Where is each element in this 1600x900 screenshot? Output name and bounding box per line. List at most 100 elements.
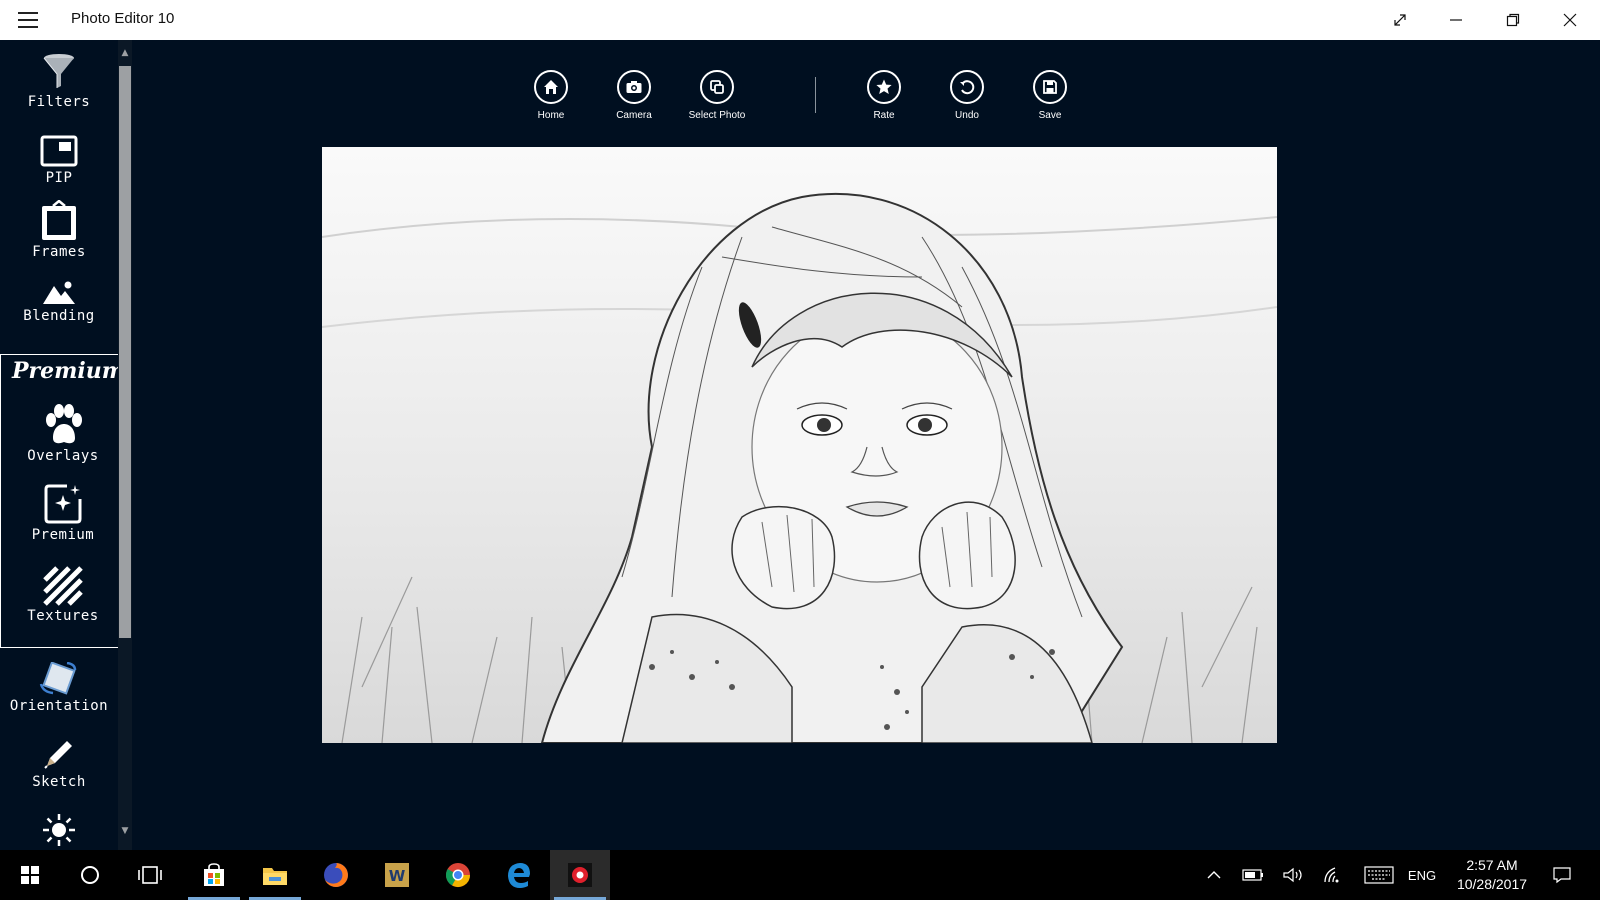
scroll-down-icon[interactable]: ▼	[120, 826, 130, 836]
camera-icon	[626, 81, 642, 93]
svg-text:W: W	[389, 867, 406, 885]
photo-editor-app-icon	[568, 863, 592, 887]
taskbar-firefox[interactable]	[306, 850, 366, 900]
undo-icon	[960, 80, 975, 95]
taskbar-photo-editor[interactable]	[550, 850, 610, 900]
sidebar-item-blending[interactable]: Blending	[0, 280, 118, 324]
rate-button[interactable]: Rate	[839, 70, 929, 121]
word-icon: W	[385, 863, 409, 887]
home-button[interactable]: Home	[506, 70, 596, 121]
notification-icon	[1553, 867, 1571, 884]
select-photo-icon	[710, 80, 724, 94]
wifi-icon	[1324, 867, 1339, 883]
scroll-thumb[interactable]	[119, 66, 131, 638]
sidebar-item-premium[interactable]: Premium	[0, 483, 126, 543]
sidebar-item-brightness[interactable]	[0, 812, 118, 848]
photo-canvas[interactable]	[322, 147, 1277, 743]
windows-taskbar: W ENG 2:57 AM 10/28/2017	[0, 850, 1600, 900]
start-button[interactable]	[0, 850, 60, 900]
windows-logo-icon	[21, 866, 39, 884]
cortana-search-button[interactable]	[60, 850, 120, 900]
sidebar-item-label: Sketch	[32, 774, 86, 790]
undo-label: Undo	[955, 110, 979, 121]
rate-label: Rate	[873, 110, 895, 121]
sidebar-item-label: Textures	[27, 608, 99, 624]
sketch-photo-icon	[322, 147, 1277, 743]
home-icon	[544, 80, 558, 94]
battery-button[interactable]	[1238, 850, 1268, 900]
camera-button[interactable]: Camera	[589, 70, 679, 121]
full-screen-button[interactable]	[1372, 0, 1428, 40]
paw-icon	[46, 404, 82, 444]
edge-icon	[508, 863, 530, 888]
sidebar-item-label: Overlays	[27, 448, 99, 464]
taskbar-chrome[interactable]	[428, 850, 488, 900]
tool-sidebar: Filters PIP Frames Blending Premium Over…	[0, 40, 125, 850]
save-button[interactable]: Save	[1005, 70, 1095, 121]
funnel-icon	[43, 54, 74, 88]
restore-icon	[1506, 13, 1520, 27]
chevron-up-icon	[1207, 871, 1221, 879]
taskbar-clock[interactable]: 2:57 AM 10/28/2017	[1444, 856, 1540, 894]
sidebar-item-textures[interactable]: Textures	[0, 566, 126, 624]
scroll-up-icon[interactable]: ▲	[120, 48, 130, 58]
sidebar-item-label: Premium	[31, 527, 95, 543]
sidebar-item-frames[interactable]: Frames	[0, 200, 118, 260]
network-button[interactable]	[1318, 850, 1348, 900]
taskbar-word[interactable]: W	[367, 850, 427, 900]
brightness-icon	[43, 814, 75, 846]
taskbar-store[interactable]	[184, 850, 244, 900]
pencil-icon	[44, 741, 72, 769]
close-button[interactable]	[1542, 0, 1598, 40]
title-bar: Photo Editor 10	[0, 0, 1600, 40]
folder-icon	[263, 868, 287, 885]
search-circle-icon	[81, 866, 99, 884]
close-icon	[1563, 13, 1577, 27]
action-center-button[interactable]	[1545, 850, 1579, 900]
clock-time: 2:57 AM	[1466, 857, 1518, 873]
sidebar-item-orientation[interactable]: Orientation	[0, 662, 118, 714]
taskbar-edge[interactable]	[489, 850, 549, 900]
volume-button[interactable]	[1278, 850, 1308, 900]
sidebar-item-overlays[interactable]: Overlays	[0, 404, 126, 464]
sparkle-image-icon	[44, 484, 82, 524]
chrome-icon	[445, 863, 470, 888]
sidebar-scrollbar[interactable]: ▲ ▼	[118, 40, 132, 850]
home-label: Home	[537, 110, 565, 121]
task-view-icon	[138, 866, 162, 884]
save-icon	[1043, 80, 1057, 94]
picture-in-picture-icon	[40, 135, 78, 167]
restore-button[interactable]	[1485, 0, 1541, 40]
hamburger-menu-icon[interactable]	[18, 12, 38, 28]
rotate-image-icon	[39, 662, 77, 695]
touch-keyboard-button[interactable]	[1362, 850, 1396, 900]
sidebar-item-label: Orientation	[9, 698, 109, 714]
battery-icon	[1242, 869, 1263, 881]
firefox-icon	[324, 863, 348, 887]
show-hidden-icons-button[interactable]	[1200, 850, 1228, 900]
select-photo-button[interactable]: Select Photo	[672, 70, 762, 121]
save-label: Save	[1038, 110, 1062, 121]
undo-button[interactable]: Undo	[922, 70, 1012, 121]
app-area: Filters PIP Frames Blending Premium Over…	[0, 40, 1600, 850]
minimize-icon	[1450, 19, 1462, 21]
premium-heading: Premium	[12, 358, 126, 384]
clock-date: 10/28/2017	[1456, 876, 1528, 892]
camera-label: Camera	[616, 110, 652, 121]
star-icon	[876, 79, 892, 94]
sidebar-item-sketch[interactable]: Sketch	[0, 736, 118, 790]
task-view-button[interactable]	[120, 850, 180, 900]
app-title: Photo Editor 10	[71, 10, 175, 27]
sidebar-item-filters[interactable]: Filters	[0, 52, 118, 110]
input-language-button[interactable]: ENG	[1404, 850, 1440, 900]
taskbar-file-explorer[interactable]	[245, 850, 305, 900]
minimize-button[interactable]	[1428, 0, 1484, 40]
expand-icon	[1394, 14, 1406, 26]
keyboard-icon	[1364, 866, 1394, 884]
frame-icon	[42, 200, 76, 240]
sidebar-item-pip[interactable]: PIP	[0, 134, 118, 186]
sidebar-item-label: Blending	[23, 308, 95, 324]
toolbar-divider	[815, 77, 816, 113]
stripes-icon	[43, 566, 83, 606]
speaker-icon	[1283, 867, 1302, 883]
